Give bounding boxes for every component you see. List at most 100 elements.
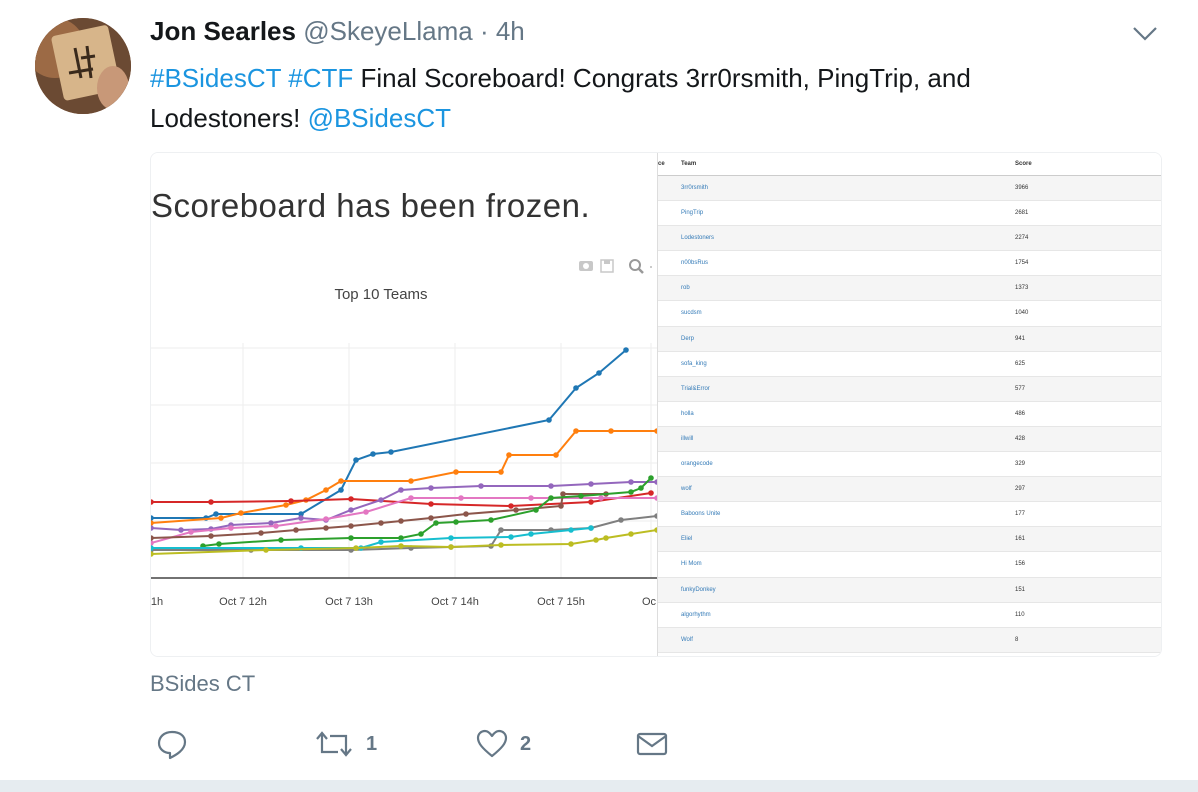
data-point[interactable]: [288, 498, 294, 504]
data-point[interactable]: [498, 527, 504, 533]
data-point[interactable]: [278, 537, 284, 543]
chevron-down-icon[interactable]: [1130, 22, 1160, 46]
team-name-link[interactable]: 3rr0rsmith: [681, 176, 708, 200]
data-point[interactable]: [398, 487, 404, 493]
data-point[interactable]: [208, 499, 214, 505]
data-point[interactable]: [428, 485, 434, 491]
data-point[interactable]: [638, 485, 644, 491]
data-point[interactable]: [323, 487, 329, 493]
data-point[interactable]: [338, 487, 344, 493]
data-point[interactable]: [283, 502, 289, 508]
retweet-button[interactable]: 1: [314, 726, 377, 762]
data-point[interactable]: [398, 518, 404, 524]
data-point[interactable]: [508, 534, 514, 540]
data-point[interactable]: [398, 543, 404, 549]
data-point[interactable]: [151, 499, 154, 505]
more-icon[interactable]: [650, 266, 652, 268]
save-icon[interactable]: [600, 259, 614, 273]
data-point[interactable]: [348, 507, 354, 513]
data-point[interactable]: [648, 490, 654, 496]
data-point[interactable]: [628, 489, 634, 495]
data-point[interactable]: [588, 481, 594, 487]
team-name-link[interactable]: algorhythm: [681, 603, 711, 627]
data-point[interactable]: [151, 525, 154, 531]
data-point[interactable]: [298, 515, 304, 521]
data-point[interactable]: [453, 519, 459, 525]
data-point[interactable]: [151, 535, 154, 541]
data-point[interactable]: [596, 370, 602, 376]
data-point[interactable]: [428, 501, 434, 507]
data-point[interactable]: [603, 535, 609, 541]
data-point[interactable]: [533, 507, 539, 513]
data-point[interactable]: [578, 493, 584, 499]
like-button[interactable]: 2: [476, 726, 531, 762]
data-point[interactable]: [428, 515, 434, 521]
data-point[interactable]: [418, 531, 424, 537]
data-point[interactable]: [408, 478, 414, 484]
data-point[interactable]: [448, 535, 454, 541]
data-point[interactable]: [458, 495, 464, 501]
zoom-icon[interactable]: [629, 259, 644, 274]
data-point[interactable]: [258, 530, 264, 536]
mention-bsidesct[interactable]: @BSidesCT: [308, 103, 451, 133]
data-point[interactable]: [323, 516, 329, 522]
data-point[interactable]: [558, 503, 564, 509]
team-name-link[interactable]: wolf: [681, 477, 692, 501]
data-point[interactable]: [348, 523, 354, 529]
data-point[interactable]: [448, 544, 454, 550]
data-point[interactable]: [593, 537, 599, 543]
data-point[interactable]: [528, 495, 534, 501]
team-name-link[interactable]: Derp: [681, 327, 694, 351]
tweet-card[interactable]: Jon Searles @SkeyeLlama · 4h #BSidesCT #…: [0, 0, 1198, 780]
team-name-link[interactable]: Wolf: [681, 628, 693, 652]
tweet-timestamp[interactable]: 4h: [496, 16, 525, 46]
tweet-media-image[interactable]: Scoreboard has been frozen. Top 10 Teams…: [150, 152, 1162, 657]
team-name-link[interactable]: PingTrip: [681, 201, 703, 225]
data-point[interactable]: [553, 452, 559, 458]
data-point[interactable]: [433, 520, 439, 526]
data-point[interactable]: [548, 495, 554, 501]
data-point[interactable]: [348, 535, 354, 541]
data-point[interactable]: [353, 457, 359, 463]
data-point[interactable]: [228, 525, 234, 531]
data-point[interactable]: [216, 541, 222, 547]
data-point[interactable]: [508, 503, 514, 509]
team-name-link[interactable]: rob: [681, 276, 690, 300]
data-point[interactable]: [378, 520, 384, 526]
team-name-link[interactable]: Lodestoners: [681, 226, 714, 250]
data-point[interactable]: [151, 515, 154, 521]
team-name-link[interactable]: illwill: [681, 427, 693, 451]
data-point[interactable]: [348, 496, 354, 502]
team-name-link[interactable]: sucdsm: [681, 301, 702, 325]
data-point[interactable]: [588, 525, 594, 531]
data-point[interactable]: [338, 478, 344, 484]
data-point[interactable]: [488, 517, 494, 523]
data-point[interactable]: [598, 495, 604, 501]
team-name-link[interactable]: funkyDonkey: [681, 578, 716, 602]
data-point[interactable]: [498, 469, 504, 475]
data-point[interactable]: [463, 511, 469, 517]
data-point[interactable]: [323, 525, 329, 531]
reply-button[interactable]: [156, 726, 200, 762]
data-point[interactable]: [408, 495, 414, 501]
data-point[interactable]: [568, 541, 574, 547]
data-point[interactable]: [513, 507, 519, 513]
data-point[interactable]: [273, 523, 279, 529]
data-point[interactable]: [388, 449, 394, 455]
data-point[interactable]: [628, 531, 634, 537]
data-point[interactable]: [498, 542, 504, 548]
data-point[interactable]: [378, 539, 384, 545]
data-point[interactable]: [268, 520, 274, 526]
data-point[interactable]: [548, 483, 554, 489]
data-point[interactable]: [188, 529, 194, 535]
author-name[interactable]: Jon Searles: [150, 16, 296, 46]
data-point[interactable]: [178, 527, 184, 533]
hashtag-bsidesct[interactable]: #BSidesCT: [150, 63, 281, 93]
data-point[interactable]: [238, 510, 244, 516]
team-name-link[interactable]: orangecode: [681, 452, 713, 476]
data-point[interactable]: [528, 531, 534, 537]
data-point[interactable]: [378, 497, 384, 503]
data-point[interactable]: [506, 452, 512, 458]
data-point[interactable]: [588, 499, 594, 505]
data-point[interactable]: [218, 515, 224, 521]
